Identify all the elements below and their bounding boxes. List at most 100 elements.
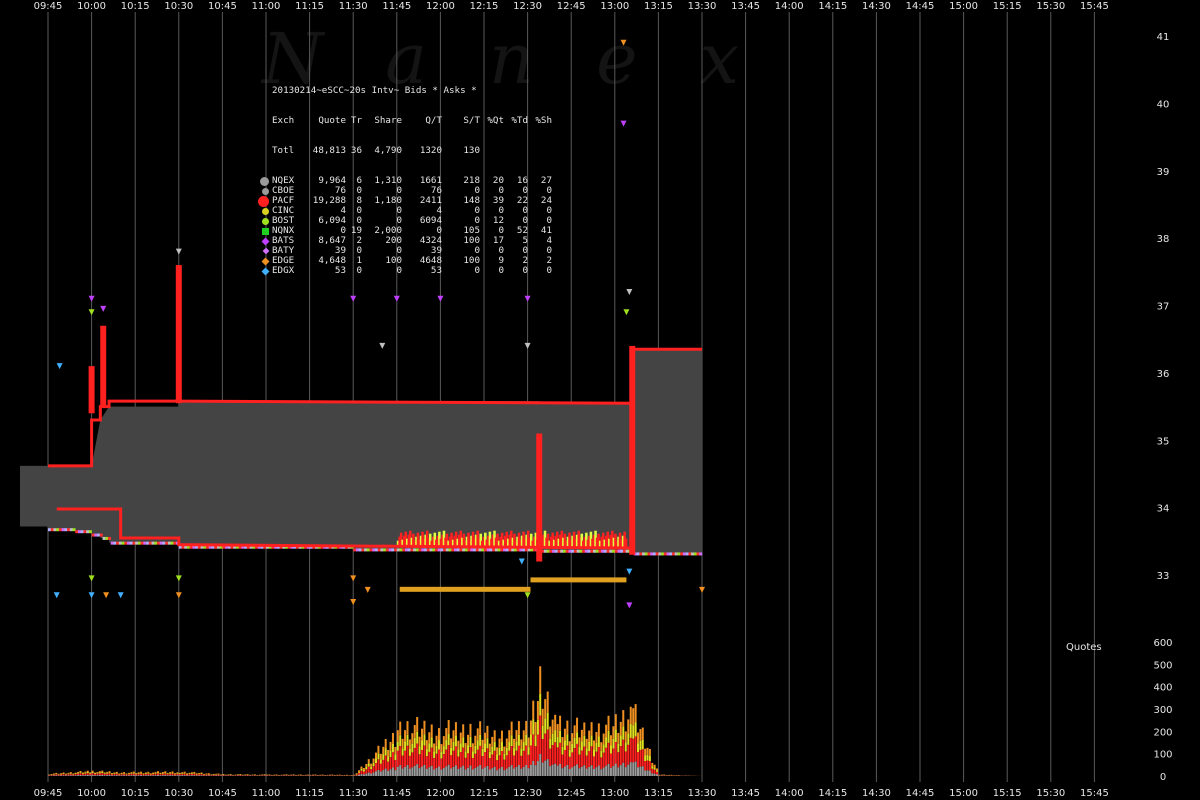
volume-bar-edge (355, 773, 358, 774)
volume-bar-nqex (517, 765, 520, 776)
volume-bar-nqex (578, 768, 581, 776)
volume-bar-nqex (399, 765, 402, 776)
bid-quote-marker (50, 528, 54, 532)
volume-bar-pacf (464, 757, 467, 770)
volume-bar-nqex (536, 761, 539, 776)
volume-bar-cinc (536, 719, 539, 735)
volume-bar-pacf (469, 747, 472, 766)
volume-bar-edge (607, 715, 610, 731)
volume-bar-nqex (370, 773, 373, 776)
volume-bar-pacf (411, 752, 414, 768)
bid-quote-marker (148, 541, 152, 545)
volume-bar-cinc (503, 753, 506, 760)
volume-bar-pacf (377, 759, 380, 770)
volume-bar-nqex (580, 766, 583, 776)
volume-bar-nqex (559, 763, 562, 776)
volume-bar-nqex (110, 775, 113, 776)
bid-quote-marker (377, 548, 381, 552)
volume-bar-pacf (244, 775, 247, 776)
volume-bar-nqex (423, 764, 426, 776)
volume-bar-pacf (503, 759, 506, 771)
volume-bar-pacf (375, 763, 377, 772)
volume-bar-edge (360, 766, 363, 769)
volume-bar-pacf (539, 715, 542, 755)
volume-bar-cinc (67, 773, 70, 775)
bid-quote-marker (669, 552, 673, 556)
volume-bar-pacf (653, 769, 656, 774)
volume-bar-cinc (55, 773, 58, 775)
bid-quote-marker (464, 548, 468, 552)
volume-bar-cinc (60, 773, 63, 775)
price-tick-label: 38 (1157, 234, 1170, 245)
volume-bar-pacf (505, 755, 508, 769)
volume-bar-pacf (50, 774, 53, 776)
bid-quote-marker (91, 533, 95, 537)
volume-bar-edge (500, 730, 503, 742)
bid-quote-marker (522, 548, 526, 552)
volume-bar-nqex (195, 775, 198, 776)
volume-bar-edge (476, 728, 479, 741)
volume-bar-nqex (551, 764, 554, 776)
volume-bar-pacf (178, 774, 181, 776)
volume-bar-edge (203, 773, 206, 775)
bid-quote-marker (454, 548, 458, 552)
volume-bar-edge (593, 740, 595, 750)
volume-bar-nqex (600, 769, 603, 776)
volume-bar-cinc (617, 743, 620, 753)
volume-bar-pacf (171, 773, 174, 776)
bid-quote-marker (655, 552, 659, 556)
time-tick-label-bottom: 13:15 (644, 788, 673, 799)
volume-bar-cinc (600, 750, 603, 758)
volume-bar-cinc (193, 772, 196, 774)
volume-bar-cinc (602, 744, 605, 753)
volume-bar-nqex (641, 766, 644, 776)
volume-bar-edge (79, 770, 82, 773)
volume-bar-cinc (641, 739, 644, 750)
volume-bar-nqex (644, 770, 647, 776)
volume-bar-pacf (173, 774, 176, 776)
volume-bar-nqex (496, 770, 499, 776)
quote-triangle-marker (117, 592, 124, 599)
volume-bar-pacf (571, 752, 574, 768)
volume-bar-nqex (86, 774, 89, 776)
volume-bar-pacf (81, 774, 84, 776)
volume-bar-cinc (430, 737, 433, 748)
price-tick-label: 40 (1157, 99, 1170, 110)
bid-quote-marker (162, 541, 166, 545)
volume-bar-edge (106, 771, 109, 773)
bid-quote-marker (429, 548, 433, 552)
volume-bar-nqex (527, 768, 530, 776)
quote-volume-bars (48, 666, 702, 776)
volume-bar-nqex (69, 775, 72, 776)
quote-triangle-marker (626, 602, 633, 609)
bid-quote-marker (584, 549, 588, 553)
volume-bar-cinc (106, 772, 109, 774)
total-st: 130 (463, 145, 480, 156)
time-tick-label-bottom: 14:00 (775, 788, 804, 799)
exchange-marker-icon (262, 227, 269, 235)
bid-quote-marker (86, 530, 90, 534)
volume-bar-pacf (500, 751, 503, 767)
volume-bar-edge (423, 720, 426, 735)
volume-bar-nqex (484, 767, 486, 776)
volume-bar-nqex (585, 768, 588, 776)
volume-bar-edge (72, 773, 75, 775)
bid-quote-marker (424, 548, 428, 552)
volume-bar-cinc (597, 736, 600, 748)
volume-bar-nqex (113, 775, 116, 776)
volume-bar-edge (515, 730, 518, 742)
volume-bar-cinc (418, 746, 421, 755)
volume-bar-pacf (98, 773, 101, 776)
time-tick-label-top: 10:30 (164, 1, 193, 12)
volume-bar-cinc (541, 725, 544, 740)
volume-bar-nqex (573, 765, 576, 776)
volume-bar-nqex (648, 770, 651, 776)
volume-bar-cinc (556, 737, 559, 748)
volume-bar-edge (534, 721, 537, 736)
volume-bar-pacf (307, 775, 310, 776)
volume-bar-nqex (651, 773, 654, 776)
volume-bar-nqex (493, 766, 496, 776)
volume-bar-pacf (583, 746, 586, 766)
volume-bar-edge (89, 772, 92, 774)
volume-bar-pacf (648, 761, 651, 771)
